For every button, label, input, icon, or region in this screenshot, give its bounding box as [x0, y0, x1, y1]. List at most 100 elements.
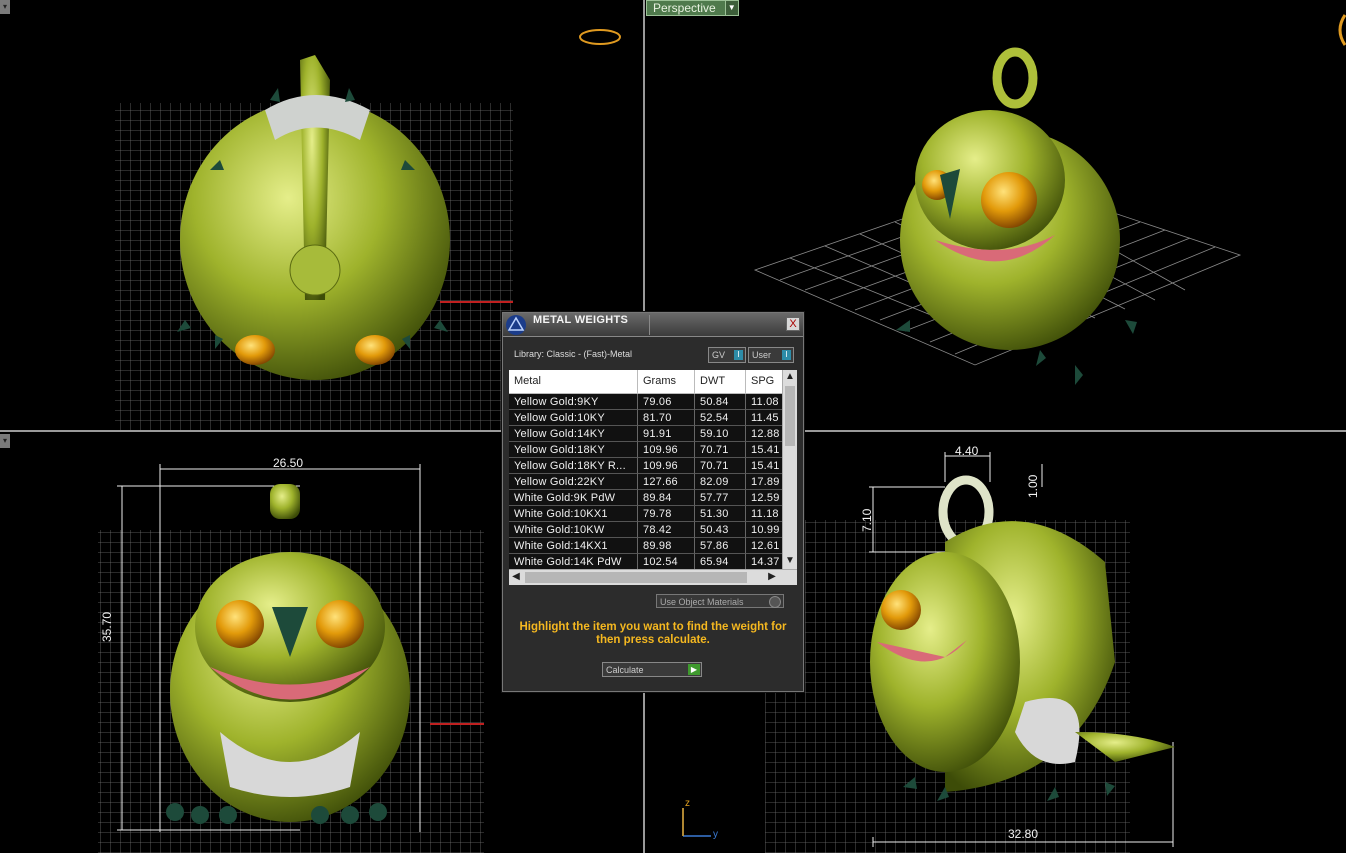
scrollbar-thumb[interactable]	[525, 572, 747, 583]
use-object-materials-label: Use Object Materials	[660, 597, 744, 607]
table-row[interactable]: Yellow Gold:18KY 109.96 70.71 15.41	[509, 442, 783, 458]
table-row[interactable]: Yellow Gold:18KY R... 109.96 70.71 15.41	[509, 458, 783, 474]
user-toggle-label: User	[752, 350, 772, 360]
library-label: Library: Classic - (Fast)-Metal	[514, 349, 633, 359]
table-cell: 12.61	[746, 538, 783, 554]
table-cell: 91.91	[638, 426, 695, 442]
table-cell: 79.06	[638, 394, 695, 410]
perspective-view-label[interactable]: Perspective ▼	[646, 0, 739, 16]
table-cell: White Gold:10KW	[509, 522, 638, 538]
app-logo-icon	[506, 315, 526, 335]
dimension-front-width: 26.50	[273, 456, 304, 470]
table-cell: 109.96	[638, 458, 695, 474]
table-cell: 65.94	[695, 554, 746, 570]
metal-table[interactable]: Metal Grams DWT SPG Yellow Gold:9KY 79.06…	[509, 370, 797, 585]
dimension-bail-gap: 1.00	[1026, 474, 1040, 498]
table-cell: 70.71	[695, 458, 746, 474]
table-cell: 59.10	[695, 426, 746, 442]
table-cell: 102.54	[638, 554, 695, 570]
close-icon[interactable]: X	[786, 317, 800, 331]
chevron-down-icon[interactable]: ▼	[724, 1, 738, 15]
gv-toggle-label: GV	[712, 350, 726, 360]
table-row[interactable]: Yellow Gold:9KY 79.06 50.84 11.08	[509, 394, 783, 410]
scroll-left-icon[interactable]: ◀	[509, 570, 523, 584]
gv-toggle[interactable]: GV I	[708, 347, 746, 363]
table-row[interactable]: White Gold:9K PdW 89.84 57.77 12.59	[509, 490, 783, 506]
table-cell: White Gold:14K PdW	[509, 554, 638, 570]
table-row[interactable]: White Gold:10KX1 79.78 51.30 11.18	[509, 506, 783, 522]
toggle-knob-icon: I	[734, 350, 743, 360]
dimension-bail-width: 4.40	[955, 444, 979, 458]
table-row[interactable]: White Gold:14KX1 89.98 57.86 12.61	[509, 538, 783, 554]
table-cell: 11.18	[746, 506, 783, 522]
table-row[interactable]: Yellow Gold:14KY 91.91 59.10 12.88	[509, 426, 783, 442]
table-cell: 17.89	[746, 474, 783, 490]
table-body: Yellow Gold:9KY 79.06 50.84 11.08 Yellow Gol…	[509, 394, 783, 570]
table-cell: 51.30	[695, 506, 746, 522]
dimension-bail-height: 7.10	[860, 508, 874, 532]
column-header-metal[interactable]: Metal	[509, 370, 638, 393]
dialog-title: METAL WEIGHTS	[533, 314, 629, 326]
viewport-menu-button-bottom-left[interactable]: ▾	[0, 434, 10, 448]
table-horizontal-scrollbar[interactable]: ◀ ▶	[509, 569, 797, 585]
column-header-dwt[interactable]: DWT	[695, 370, 746, 393]
table-cell: 79.78	[638, 506, 695, 522]
instruction-text: Highlight the item you want to find the …	[519, 621, 787, 646]
table-cell: 89.98	[638, 538, 695, 554]
scrollbar-thumb[interactable]	[785, 386, 795, 446]
table-cell: Yellow Gold:9KY	[509, 394, 638, 410]
scroll-up-icon[interactable]: ▲	[783, 370, 797, 384]
calculate-button[interactable]: Calculate ▶	[602, 662, 702, 677]
user-toggle[interactable]: User I	[748, 347, 794, 363]
scroll-right-icon[interactable]: ▶	[765, 570, 779, 584]
toggle-knob-icon: I	[782, 350, 791, 360]
table-cell: 15.41	[746, 458, 783, 474]
table-cell: 70.71	[695, 442, 746, 458]
perspective-label-text: Perspective	[653, 1, 716, 15]
table-cell: White Gold:9K PdW	[509, 490, 638, 506]
table-cell: 81.70	[638, 410, 695, 426]
table-header: Metal Grams DWT SPG	[509, 370, 783, 394]
dimension-front-height: 35.70	[100, 611, 114, 642]
table-vertical-scrollbar[interactable]: ▲ ▼	[782, 370, 797, 570]
table-cell: Yellow Gold:14KY	[509, 426, 638, 442]
dialog-title-bar[interactable]: METAL WEIGHTS X	[503, 313, 803, 337]
table-cell: 82.09	[695, 474, 746, 490]
metal-weights-dialog[interactable]: METAL WEIGHTS X Library: Classic - (Fast…	[502, 312, 804, 692]
table-cell: 12.59	[746, 490, 783, 506]
table-cell: 57.86	[695, 538, 746, 554]
table-cell: 11.45	[746, 410, 783, 426]
table-cell: Yellow Gold:18KY R...	[509, 458, 638, 474]
table-row[interactable]: White Gold:10KW 78.42 50.43 10.99	[509, 522, 783, 538]
table-cell: Yellow Gold:18KY	[509, 442, 638, 458]
table-cell: 50.43	[695, 522, 746, 538]
table-cell: 52.54	[695, 410, 746, 426]
table-cell: Yellow Gold:22KY	[509, 474, 638, 490]
table-cell: 50.84	[695, 394, 746, 410]
table-row[interactable]: Yellow Gold:22KY 127.66 82.09 17.89	[509, 474, 783, 490]
table-cell: White Gold:10KX1	[509, 506, 638, 522]
table-cell: White Gold:14KX1	[509, 538, 638, 554]
axis-z-label: z	[685, 798, 690, 809]
table-row[interactable]: White Gold:14K PdW 102.54 65.94 14.37	[509, 554, 783, 570]
table-cell: Yellow Gold:10KY	[509, 410, 638, 426]
viewport-menu-button-top-left[interactable]: ▾	[0, 0, 10, 14]
use-object-materials-option[interactable]: Use Object Materials	[656, 594, 784, 608]
column-header-spg[interactable]: SPG	[746, 370, 783, 393]
table-cell: 15.41	[746, 442, 783, 458]
table-cell: 10.99	[746, 522, 783, 538]
table-cell: 57.77	[695, 490, 746, 506]
table-cell: 12.88	[746, 426, 783, 442]
column-header-grams[interactable]: Grams	[638, 370, 695, 393]
table-cell: 109.96	[638, 442, 695, 458]
calculate-label: Calculate	[606, 665, 644, 675]
table-cell: 78.42	[638, 522, 695, 538]
radio-button-icon[interactable]	[769, 596, 781, 608]
table-row[interactable]: Yellow Gold:10KY 81.70 52.54 11.45	[509, 410, 783, 426]
title-separator	[649, 315, 650, 335]
table-cell: 127.66	[638, 474, 695, 490]
scroll-down-icon[interactable]: ▼	[783, 554, 797, 568]
table-cell: 11.08	[746, 394, 783, 410]
play-arrow-icon[interactable]: ▶	[688, 664, 700, 675]
table-cell: 14.37	[746, 554, 783, 570]
